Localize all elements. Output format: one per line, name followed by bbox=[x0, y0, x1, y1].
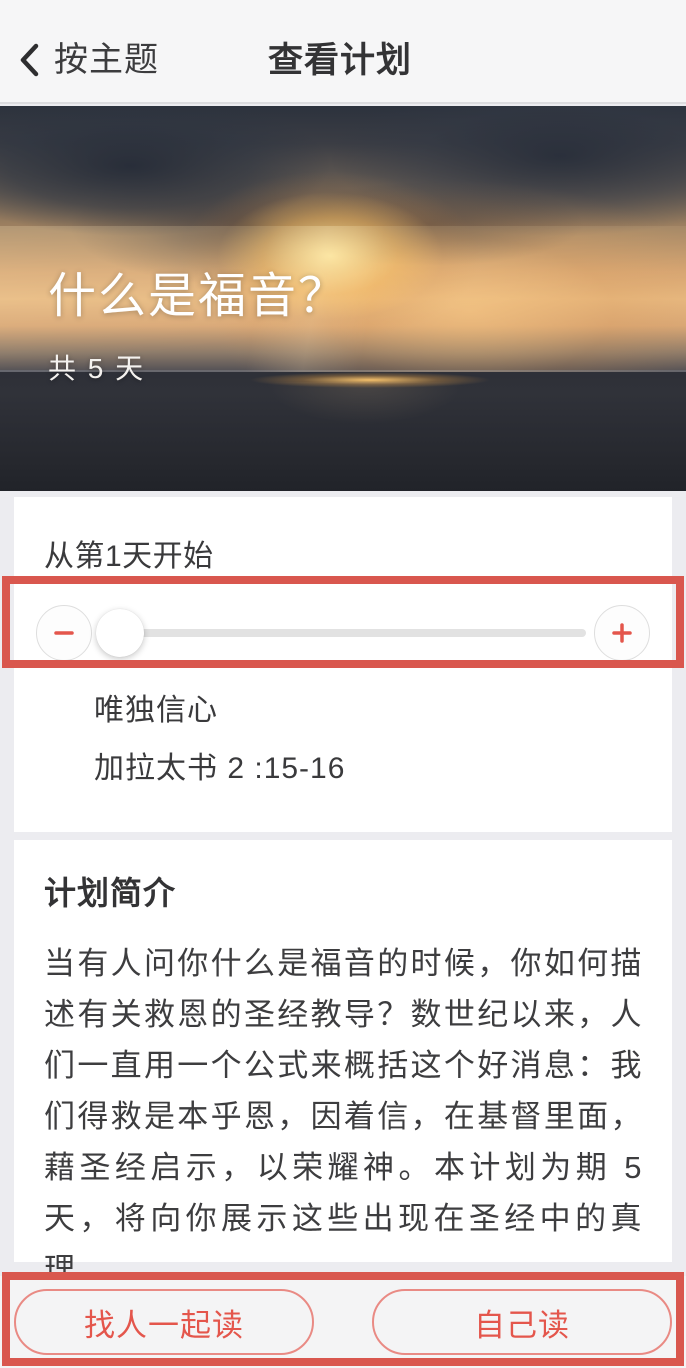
day-slider-track[interactable] bbox=[120, 629, 586, 637]
back-button-label: 按主题 bbox=[54, 41, 159, 79]
plan-hero-image: 什么是福音？ 共 5 天 bbox=[0, 106, 686, 491]
plan-description-heading: 计划简介 bbox=[44, 875, 177, 911]
day-slider-thumb[interactable] bbox=[96, 609, 144, 657]
decrement-day-button[interactable] bbox=[36, 605, 92, 661]
navigation-bar: 按主题 查看计划 bbox=[0, 0, 686, 104]
plan-description-text: 当有人问你什么是福音的时候，你如何描述有关救恩的圣经教导？数世纪以来，人们一直用… bbox=[44, 946, 642, 1287]
minus-icon bbox=[51, 620, 77, 646]
start-day-label: 从第1天开始 bbox=[44, 540, 214, 573]
plan-description-card: 计划简介 当有人问你什么是福音的时候，你如何描述有关救恩的圣经教导？数世纪以来，… bbox=[14, 840, 672, 1287]
plan-title: 什么是福音？ bbox=[48, 270, 349, 323]
chevron-left-icon bbox=[18, 43, 40, 77]
app-screen: 按主题 查看计划 什么是福音？ 共 5 天 从第1天开始 唯独信心 加拉太书 2… bbox=[0, 0, 686, 1368]
page-title: 查看计划 bbox=[268, 41, 413, 80]
day-scripture-reference: 加拉太书 2 :15-16 bbox=[94, 752, 346, 785]
day-title: 唯独信心 bbox=[94, 694, 218, 727]
increment-day-button[interactable] bbox=[594, 605, 650, 661]
plan-duration: 共 5 天 bbox=[48, 353, 146, 384]
bottom-action-bar: 找人一起读 自己读 bbox=[0, 1276, 686, 1368]
plus-icon bbox=[609, 620, 635, 646]
start-day-card: 从第1天开始 唯独信心 加拉太书 2:15-16 bbox=[14, 497, 672, 832]
day-slider-row[interactable] bbox=[14, 585, 672, 681]
hero-ocean-shimmer bbox=[230, 382, 500, 482]
read-together-button[interactable]: 找人一起读 bbox=[14, 1289, 314, 1355]
back-button[interactable]: 按主题 bbox=[8, 34, 169, 86]
read-alone-button[interactable]: 自己读 bbox=[372, 1289, 672, 1355]
